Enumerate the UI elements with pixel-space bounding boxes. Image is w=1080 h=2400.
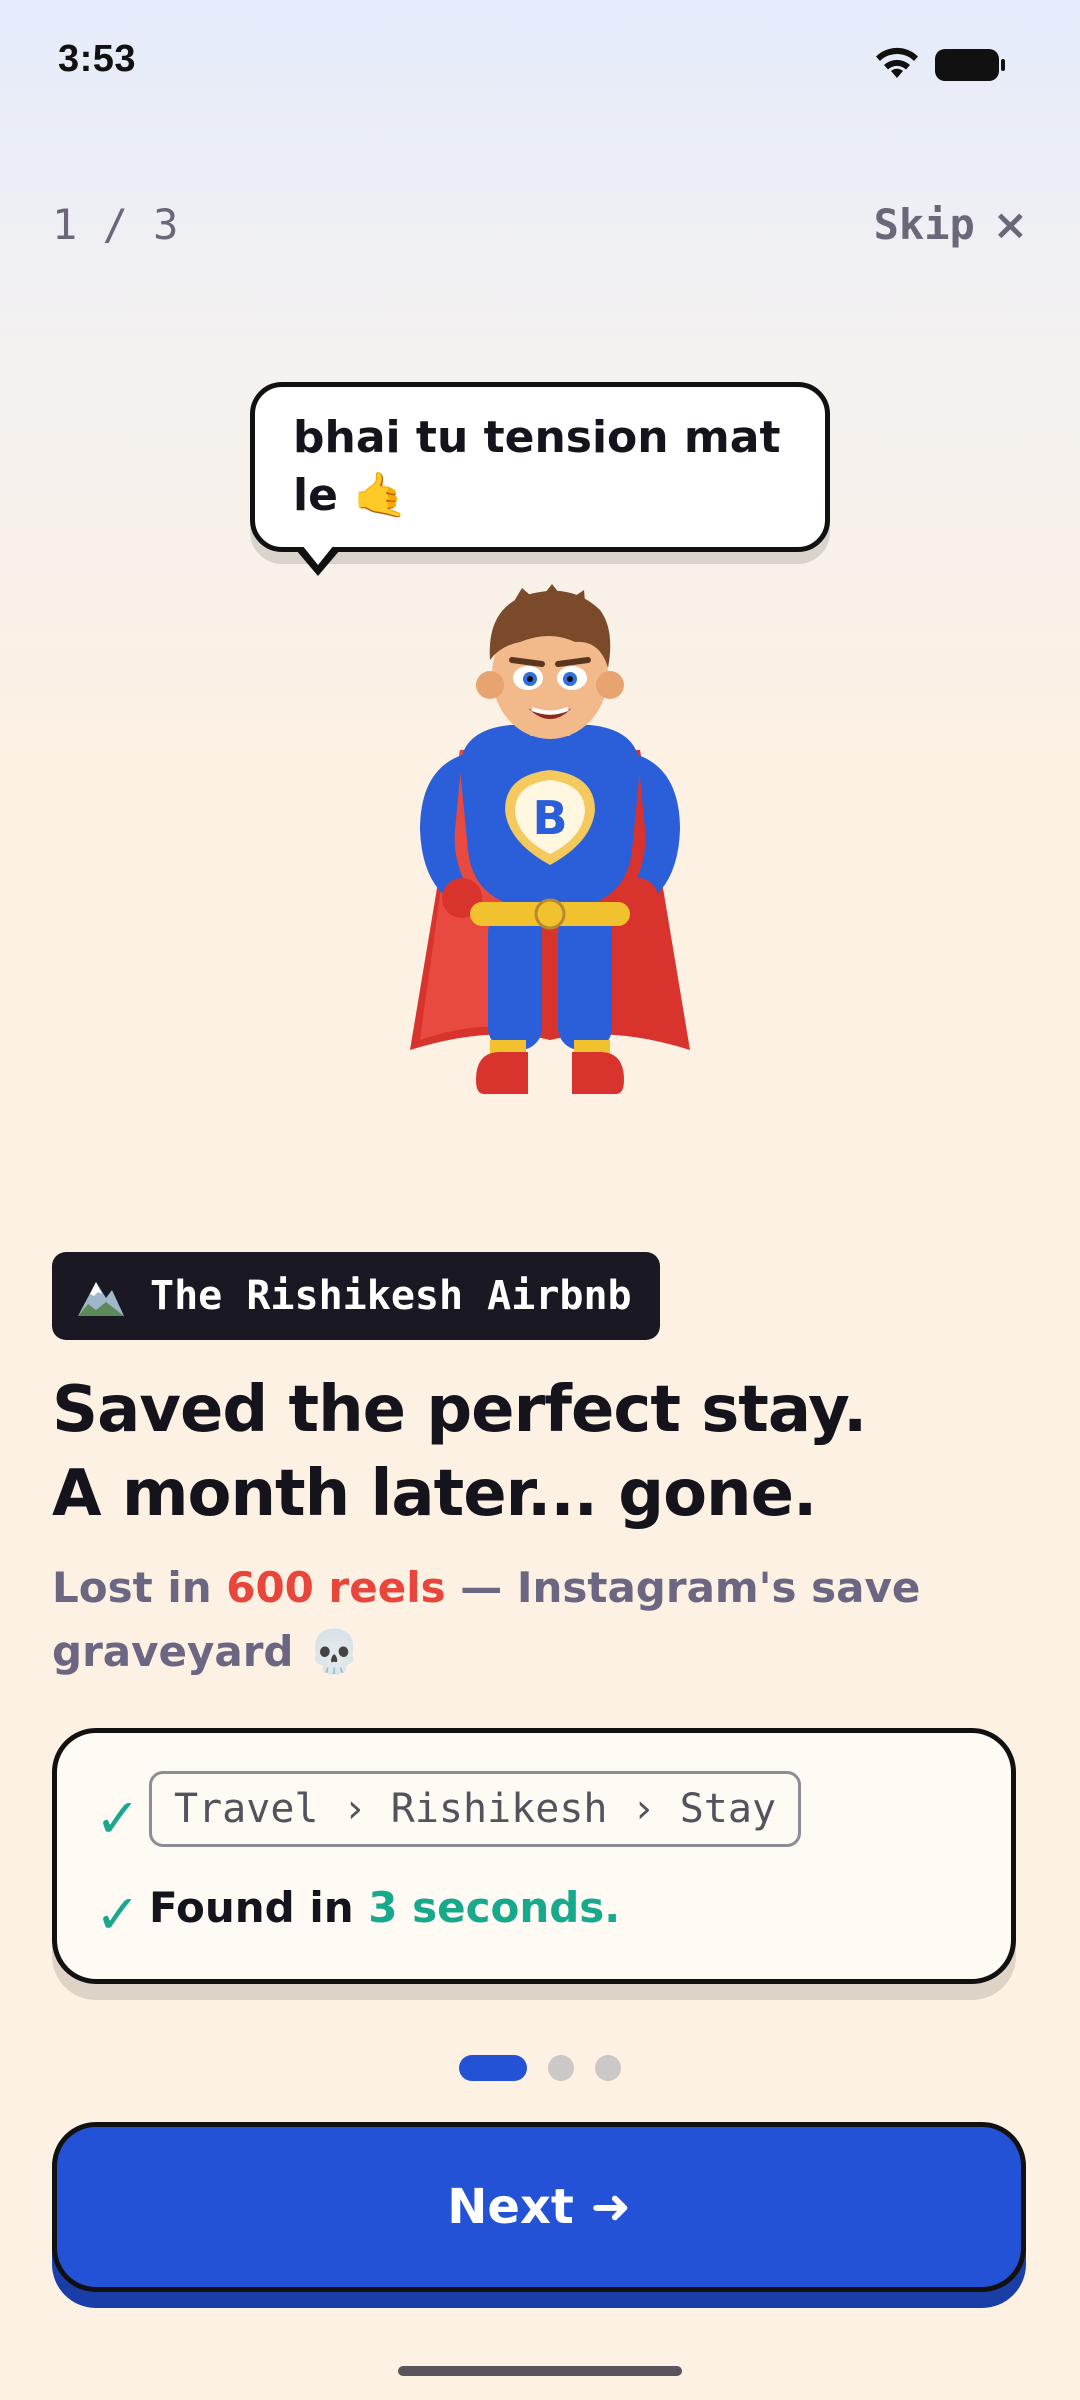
story-tag: The Rishikesh Airbnb	[52, 1252, 660, 1340]
check-icon: ✓	[95, 1787, 141, 1850]
battery-icon	[935, 49, 1005, 81]
subtext-highlight: 600 reels	[226, 1563, 446, 1612]
home-indicator	[398, 2366, 682, 2376]
next-button[interactable]: Next ➜	[52, 2122, 1026, 2292]
skip-button[interactable]: Skip ×	[874, 200, 1028, 249]
category-path-chip: Travel › Rishikesh › Stay	[149, 1771, 802, 1847]
headline: Saved the perfect stay. A month later...…	[52, 1368, 1032, 1536]
status-time: 3:53	[58, 38, 137, 80]
close-icon: ×	[992, 200, 1028, 249]
superhero-mascot-illustration: B	[410, 584, 690, 1094]
progress-indicator: 1 / 3	[52, 200, 179, 249]
story-tag-label: The Rishikesh Airbnb	[150, 1273, 632, 1319]
found-highlight: 3 seconds.	[368, 1883, 621, 1932]
wifi-icon	[876, 47, 918, 78]
found-time-text: Found in 3 seconds.	[149, 1883, 620, 1932]
found-prefix: Found in	[149, 1883, 369, 1932]
page-dot	[595, 2055, 621, 2081]
svg-text:B: B	[532, 791, 567, 845]
speech-bubble: bhai tu tension mat le 🤙	[250, 382, 830, 552]
subtext-before: Lost in	[52, 1563, 227, 1612]
feature-card: ✓ Travel › Rishikesh › Stay ✓ Found in 3…	[52, 1728, 1016, 1984]
subtext: Lost in 600 reels — Instagram's save gra…	[52, 1556, 952, 1684]
mountain-icon	[78, 1282, 124, 1316]
check-icon: ✓	[95, 1883, 141, 1946]
page-dot	[548, 2055, 574, 2081]
page-dot-active	[459, 2055, 527, 2081]
speech-bubble-tail-fill	[302, 545, 334, 565]
skip-label: Skip	[873, 200, 975, 249]
headline-line-2: A month later... gone.	[52, 1457, 817, 1531]
headline-line-1: Saved the perfect stay.	[52, 1373, 867, 1447]
